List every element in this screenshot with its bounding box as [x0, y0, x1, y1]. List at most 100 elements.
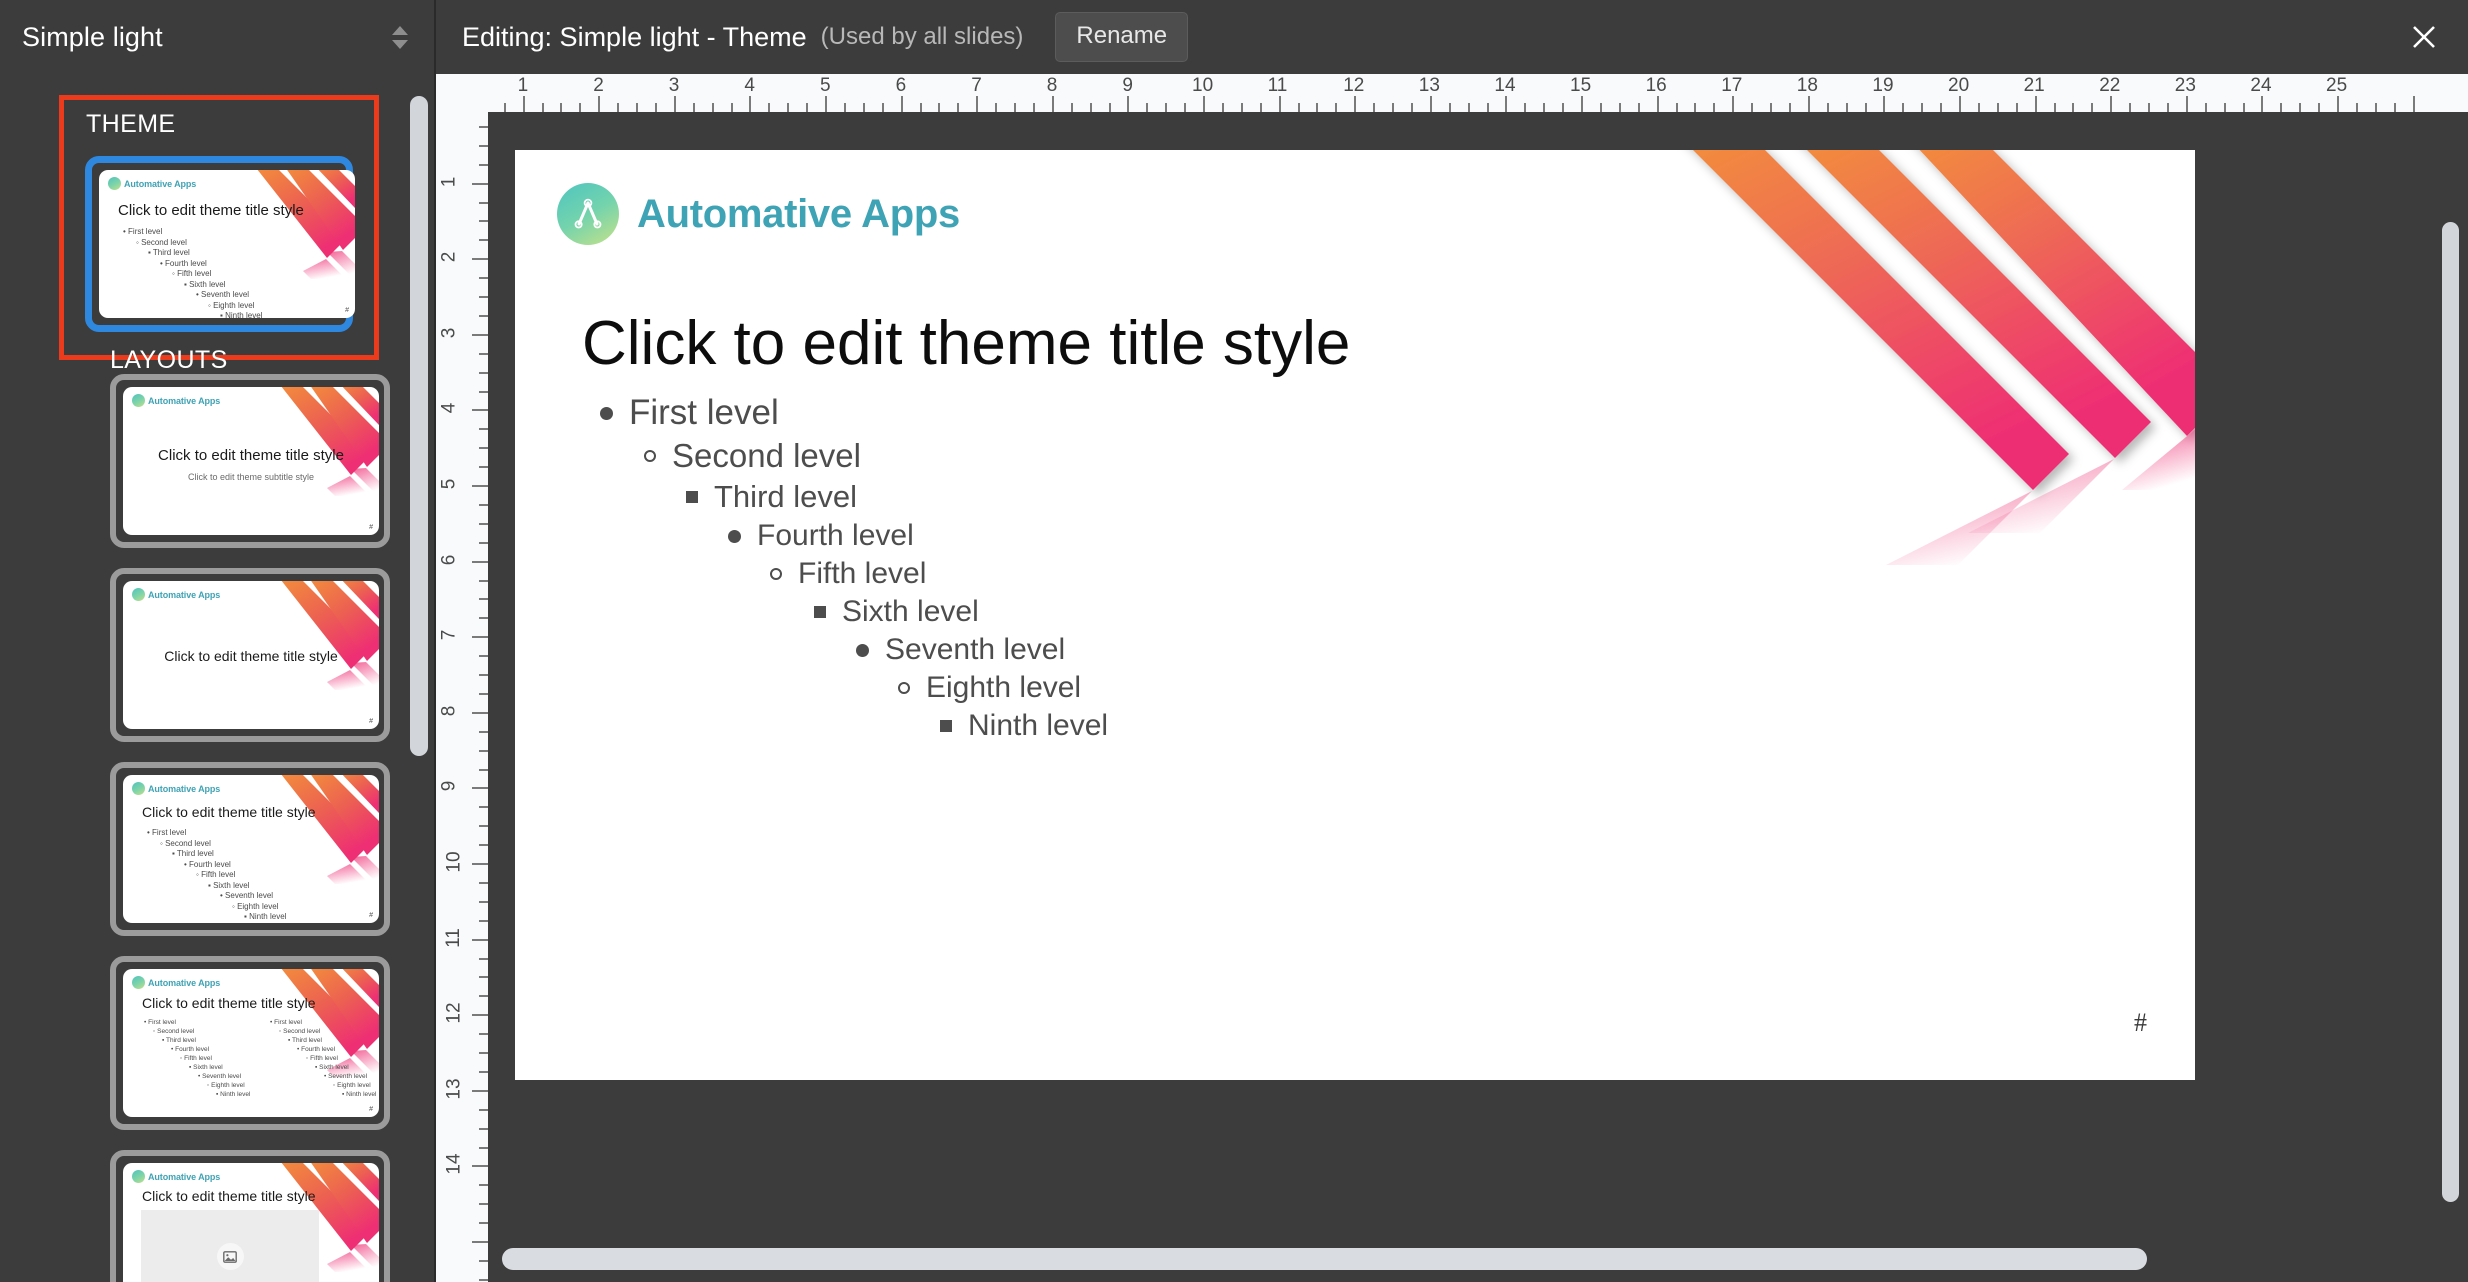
slide-title-placeholder[interactable]: Click to edit theme title style	[582, 308, 1350, 379]
rename-button[interactable]: Rename	[1055, 12, 1189, 62]
theme-master-thumbnail[interactable]: Automative Apps Click to edit theme titl…	[64, 149, 374, 339]
ruler-tick-label: 11	[1267, 75, 1288, 96]
theme-selector[interactable]: Simple light	[0, 0, 436, 74]
brand-logo-icon	[132, 782, 145, 795]
ruler-minor-tick	[479, 692, 488, 695]
slide-canvas[interactable]: Automative Apps Click to edit theme titl…	[488, 112, 2468, 1282]
thumb-bullet-item: • First level	[123, 227, 163, 236]
thumb-bullet-item: ◦ Second level	[279, 1028, 321, 1035]
ruler-minor-tick	[995, 103, 998, 112]
ruler-minor-tick	[919, 103, 922, 112]
slide-content-placeholder[interactable]: First level Second level Third level Fou…	[582, 393, 1108, 747]
ruler-tick-label: 6	[438, 554, 460, 565]
ruler-tick-label: 6	[895, 75, 907, 96]
ruler-major-tick	[472, 258, 488, 261]
ruler-major-tick	[472, 560, 488, 563]
ruler-minor-tick	[479, 995, 488, 998]
layout-thumbnail-slide: Automative Apps Click to edit theme titl…	[123, 969, 379, 1117]
ruler-minor-tick	[2318, 103, 2321, 112]
thumb-bullet-item: ▪ Sixth level	[184, 279, 226, 289]
bullet-square-icon	[686, 491, 698, 503]
theme-section-label: THEME	[86, 110, 176, 138]
thumb-bullet-item: • Fourth level	[184, 859, 231, 869]
bullet-text: Second level	[672, 437, 861, 474]
slide-editing-area[interactable]: Automative Apps Click to edit theme titl…	[515, 150, 2195, 1080]
ruler-tick-label: 9	[438, 781, 460, 792]
canvas-vertical-scrollbar[interactable]	[2442, 222, 2459, 1202]
ruler-minor-tick	[479, 1184, 488, 1187]
close-icon[interactable]	[2402, 15, 2446, 59]
ruler-major-tick	[2337, 96, 2339, 112]
horizontal-ruler[interactable]: 1 2 3 4 5 6 7 8 9 10 11 12 13 14 15 16 17 18 19 20 21 22 23 24 2…	[488, 74, 2468, 112]
sidebar-scrollbar[interactable]	[410, 96, 428, 756]
layout-item-title-two-content[interactable]: Automative Apps Click to edit theme titl…	[110, 956, 390, 1130]
thumb-bullets: • First level ◦ Second level ▪ Third lev…	[147, 828, 286, 923]
ruler-minor-tick	[1996, 103, 1999, 112]
ruler-major-tick	[1883, 96, 1886, 112]
ruler-tick-label: 22	[2099, 75, 2121, 96]
ruler-minor-tick	[768, 103, 771, 112]
thumb-bullet-item: • First level	[144, 1019, 176, 1026]
spinner-down-icon[interactable]	[392, 39, 408, 49]
ruler-minor-tick	[2072, 103, 2075, 112]
ruler-minor-tick	[479, 390, 488, 393]
ruler-minor-tick	[1694, 103, 1697, 112]
ruler-minor-tick	[2355, 103, 2358, 112]
sidebar: THEME Automative Apps Click to edit them…	[0, 74, 436, 1282]
layout-item-title-subtitle[interactable]: Automative Apps Click to edit theme titl…	[110, 374, 390, 548]
picture-placeholder[interactable]	[141, 1210, 319, 1282]
bullet-square-icon	[940, 720, 952, 732]
bullet-text: Fourth level	[757, 519, 914, 552]
vertical-ruler[interactable]: 1 2 3 4 5 6 7 8 9 10 11 12 13 14	[438, 112, 488, 1282]
thumb-bullet-item: • Fourth level	[160, 258, 207, 268]
ruler-tick-label: 4	[438, 403, 460, 414]
ruler-tick-label: 23	[2174, 75, 2196, 96]
ruler-minor-tick	[479, 466, 488, 469]
chevron-decoration-icon	[1693, 150, 2195, 565]
ruler-tick-label: 21	[2023, 75, 2045, 96]
ruler-minor-tick	[1259, 103, 1262, 112]
theme-selector-label: Simple light	[22, 21, 163, 52]
bullet-disc-icon	[856, 643, 869, 657]
ruler-minor-tick	[479, 144, 488, 147]
canvas-horizontal-scrollbar[interactable]	[502, 1248, 2147, 1270]
ruler-minor-tick	[1751, 103, 1754, 112]
bullet-circle-icon	[644, 450, 656, 462]
thumb-title: Click to edit theme title style	[142, 804, 316, 820]
ruler-minor-tick	[1373, 103, 1376, 112]
thumb-bullets: • First level ◦ Second level ▪ Third lev…	[123, 227, 262, 318]
ruler-minor-tick	[2166, 103, 2169, 112]
thumb-bullet-item: ▪ Ninth level	[342, 1091, 377, 1098]
ruler-major-tick	[472, 1014, 488, 1017]
ruler-tick-label: 13	[443, 1078, 465, 1100]
slide-brand-label: Automative Apps	[637, 191, 960, 236]
ruler-minor-tick	[479, 844, 488, 847]
brand-logo-icon	[132, 1170, 145, 1183]
ruler-tick-label: 17	[1721, 75, 1743, 96]
thumb-subtitle: Click to edit theme subtitle style	[187, 472, 315, 482]
ruler-tick-label: 14	[443, 1153, 465, 1175]
ruler-major-tick	[2034, 96, 2037, 112]
ruler-minor-tick	[2223, 103, 2226, 112]
spinner-up-down-icon[interactable]	[388, 20, 412, 54]
ruler-major-tick	[2110, 96, 2113, 112]
ruler-minor-tick	[1562, 103, 1565, 112]
layout-item-title-picture[interactable]: Automative Apps Click to edit theme titl…	[110, 1150, 390, 1282]
thumb-brand-label: Automative Apps	[148, 783, 221, 794]
thumb-bullet-item: • Seventh level	[196, 290, 250, 299]
ruler-minor-tick	[2015, 103, 2018, 112]
ruler-minor-tick	[579, 103, 582, 112]
bullet-level-4: Fourth level	[728, 519, 1108, 553]
ruler-major-tick	[472, 1165, 488, 1168]
thumb-bullet-item: • Seventh level	[198, 1073, 242, 1080]
bullet-text: Sixth level	[842, 595, 979, 628]
ruler-minor-tick	[1902, 103, 1905, 112]
ruler-major-tick	[472, 711, 488, 714]
thumb-page-number: #	[369, 524, 373, 531]
spinner-up-icon[interactable]	[392, 25, 408, 35]
ruler-tick-label: 10	[443, 851, 465, 873]
layout-item-title-only[interactable]: Automative Apps Click to edit theme titl…	[110, 568, 390, 742]
layout-item-title-content[interactable]: Automative Apps Click to edit theme titl…	[110, 762, 390, 936]
slide-page-number-field[interactable]: #	[2134, 1008, 2147, 1038]
bullet-text: Third level	[714, 479, 857, 514]
